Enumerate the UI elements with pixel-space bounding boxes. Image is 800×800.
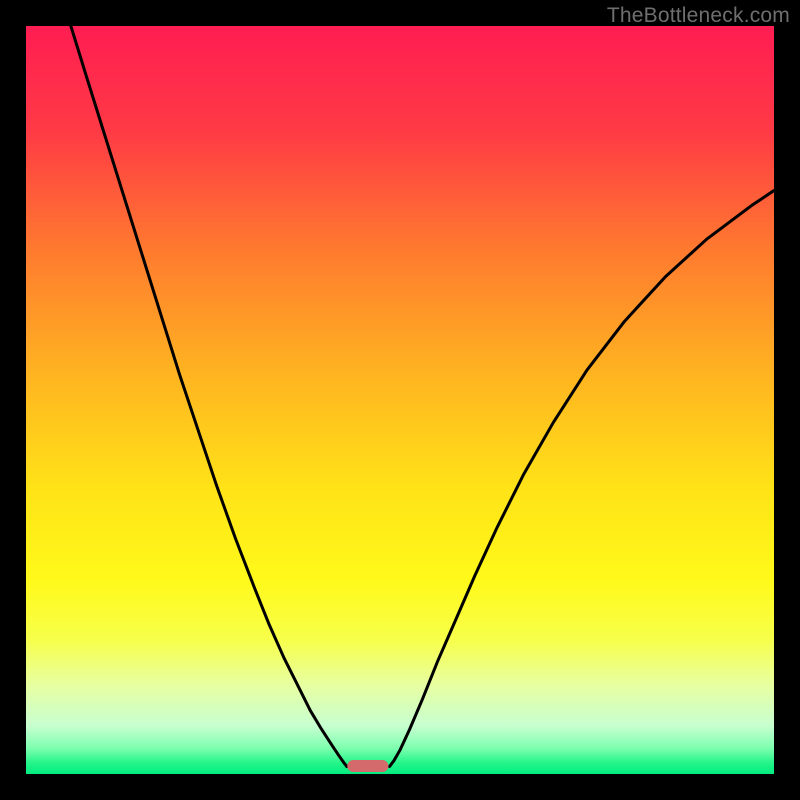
watermark-text: TheBottleneck.com [607,4,790,28]
gradient-background [26,26,774,774]
bottleneck-chart [26,26,774,774]
optimal-marker [347,760,388,772]
chart-frame [26,26,774,774]
